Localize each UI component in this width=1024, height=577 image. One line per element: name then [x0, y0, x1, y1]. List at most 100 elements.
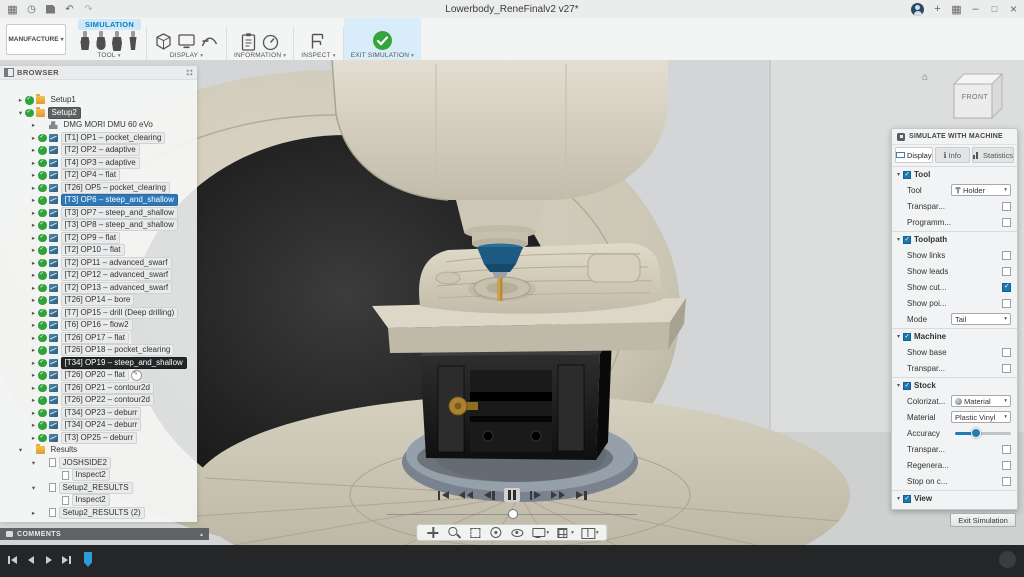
home-icon[interactable]: ⌂ [922, 72, 928, 83]
app-switcher-icon[interactable] [948, 2, 965, 17]
browser-tree-item[interactable]: Setup1 [0, 94, 197, 107]
browser-tree-item[interactable]: Setup2 [0, 107, 197, 120]
viewcube-front-face[interactable]: FRONT [956, 94, 994, 101]
expand-caret-icon[interactable] [16, 96, 25, 104]
expand-caret-icon[interactable] [29, 321, 38, 329]
browser-tree-item[interactable]: [T26] OP14 – bore [0, 294, 197, 307]
accuracy-slider[interactable] [955, 428, 1011, 438]
checkbox[interactable] [1002, 445, 1011, 454]
skip-to-end-button[interactable] [573, 488, 589, 502]
viewports-icon[interactable]: ▾ [580, 525, 599, 540]
browser-tree-item[interactable]: JOSHSIDE2 [0, 457, 197, 470]
checkbox[interactable] [1002, 364, 1011, 373]
timeline-step-back-button[interactable] [24, 554, 37, 566]
ball-endmill-tool-icon[interactable] [95, 30, 107, 51]
comments-bar[interactable]: COMMENTS ▴ [0, 528, 209, 540]
panel-tab[interactable]: Statistics [972, 147, 1014, 163]
expand-caret-icon[interactable] [29, 234, 38, 242]
zoom-icon[interactable] [446, 525, 461, 540]
expand-caret-icon[interactable] [16, 446, 25, 454]
panel-tab[interactable]: Info [935, 147, 970, 163]
browser-tree-item[interactable]: [T1] OP1 – pocket_clearing [0, 132, 197, 145]
expand-caret-icon[interactable] [29, 134, 38, 142]
browser-tree-item[interactable]: Inspect2 [0, 494, 197, 507]
checkbox[interactable] [1002, 202, 1011, 211]
browser-tree-item[interactable]: [T3] OP6 – steep_and_shallow [0, 194, 197, 207]
expand-caret-icon[interactable] [29, 509, 38, 517]
toolpath-display-icon[interactable] [200, 32, 219, 51]
step-back-button[interactable] [481, 488, 497, 502]
timeline-marker[interactable] [84, 552, 92, 567]
browser-tree-item[interactable]: [T26] OP22 – contour2d [0, 394, 197, 407]
user-avatar[interactable] [911, 3, 924, 16]
expand-caret-icon[interactable] [29, 121, 38, 129]
stock-display-icon[interactable] [154, 32, 173, 51]
checkbox[interactable] [1002, 283, 1011, 292]
tool-menu[interactable]: TOOL▾ [97, 52, 120, 59]
browser-header[interactable]: BROWSER [0, 66, 197, 80]
panel-header[interactable]: SIMULATE WITH MACHINE [892, 129, 1017, 145]
inspect-menu[interactable]: INSPECT▾ [301, 52, 336, 59]
timeline-options-button[interactable] [999, 551, 1016, 568]
browser-tree-item[interactable]: [T3] OP8 – steep_and_shallow [0, 219, 197, 232]
workspace-selector[interactable]: MANUFACTURE ▾ [6, 24, 66, 55]
display-settings-icon[interactable]: ▾ [530, 525, 549, 540]
browser-tree-item[interactable]: [T3] OP7 – steep_and_shallow [0, 207, 197, 220]
browser-tree-item[interactable]: [T2] OP4 – flat [0, 169, 197, 182]
slider-handle[interactable] [971, 428, 981, 438]
browser-tree-item[interactable]: [T6] OP16 – flow2 [0, 319, 197, 332]
expand-caret-icon[interactable] [29, 246, 38, 254]
section-checkbox[interactable] [903, 236, 911, 244]
section-header[interactable]: ▾ View [892, 491, 1017, 506]
browser-tree-item[interactable]: [T2] OP10 – flat [0, 244, 197, 257]
report-clipboard-icon[interactable] [240, 32, 257, 51]
expand-caret-icon[interactable] [29, 209, 38, 217]
fit-icon[interactable] [467, 525, 482, 540]
expand-caret-icon[interactable] [29, 221, 38, 229]
browser-tree-item[interactable]: [T2] OP2 – adaptive [0, 144, 197, 157]
expand-caret-icon[interactable] [29, 296, 38, 304]
expand-caret-icon[interactable] [29, 146, 38, 154]
expand-caret-icon[interactable] [29, 171, 38, 179]
expand-caret-icon[interactable] [29, 384, 38, 392]
browser-tree-item[interactable]: [T2] OP12 – advanced_swarf [0, 269, 197, 282]
dropdown[interactable]: Tail ▾ [951, 313, 1011, 325]
expand-caret-icon[interactable] [29, 484, 38, 492]
tab-simulation[interactable]: SIMULATION [78, 19, 141, 30]
section-header[interactable]: ▾ Toolpath [892, 232, 1017, 247]
browser-tree-item[interactable]: [T3] OP25 – deburr [0, 432, 197, 445]
information-menu[interactable]: INFORMATION▾ [234, 52, 286, 59]
pan-icon[interactable] [425, 525, 440, 540]
browser-tree-item[interactable]: [T2] OP9 – flat [0, 232, 197, 245]
dropdown[interactable]: Plastic Vinyl ▾ [951, 411, 1011, 423]
browser-tree-item[interactable]: [T2] OP13 – advanced_swarf [0, 282, 197, 295]
expand-caret-icon[interactable] [29, 421, 38, 429]
collapse-caret-icon[interactable]: ▾ [897, 236, 900, 243]
timeline-play-button[interactable] [42, 554, 55, 566]
exit-simulation-check-icon[interactable] [372, 30, 393, 51]
expand-caret-icon[interactable] [29, 346, 38, 354]
timeline-skip-end-button[interactable] [60, 554, 73, 566]
undo-icon[interactable] [61, 2, 78, 17]
fast-backward-button[interactable] [458, 488, 474, 502]
measure-icon[interactable] [309, 32, 328, 51]
expand-caret-icon[interactable] [29, 309, 38, 317]
section-checkbox[interactable] [903, 495, 911, 503]
browser-tree-item[interactable]: [T34] OP23 – deburr [0, 407, 197, 420]
checkbox[interactable] [1002, 477, 1011, 486]
expand-caret-icon[interactable] [29, 159, 38, 167]
orbit-icon[interactable] [488, 525, 503, 540]
redo-icon[interactable] [80, 2, 97, 17]
expand-caret-icon[interactable] [16, 109, 25, 117]
section-header[interactable]: ▾ Stock [892, 378, 1017, 393]
expand-icon[interactable]: ▴ [200, 531, 203, 538]
collapse-caret-icon[interactable]: ▾ [897, 382, 900, 389]
browser-tree-item[interactable]: [T34] OP24 – deburr [0, 419, 197, 432]
save-icon[interactable] [42, 2, 59, 17]
collapse-caret-icon[interactable]: ▾ [897, 333, 900, 340]
viewcube[interactable]: ⌂ FRONT [922, 70, 1008, 128]
checkbox[interactable] [1002, 461, 1011, 470]
browser-tree-item[interactable]: [T26] OP5 – pocket_clearing [0, 182, 197, 195]
browser-tree-item[interactable]: Setup2_RESULTS (2) [0, 507, 197, 520]
expand-caret-icon[interactable] [29, 359, 38, 367]
